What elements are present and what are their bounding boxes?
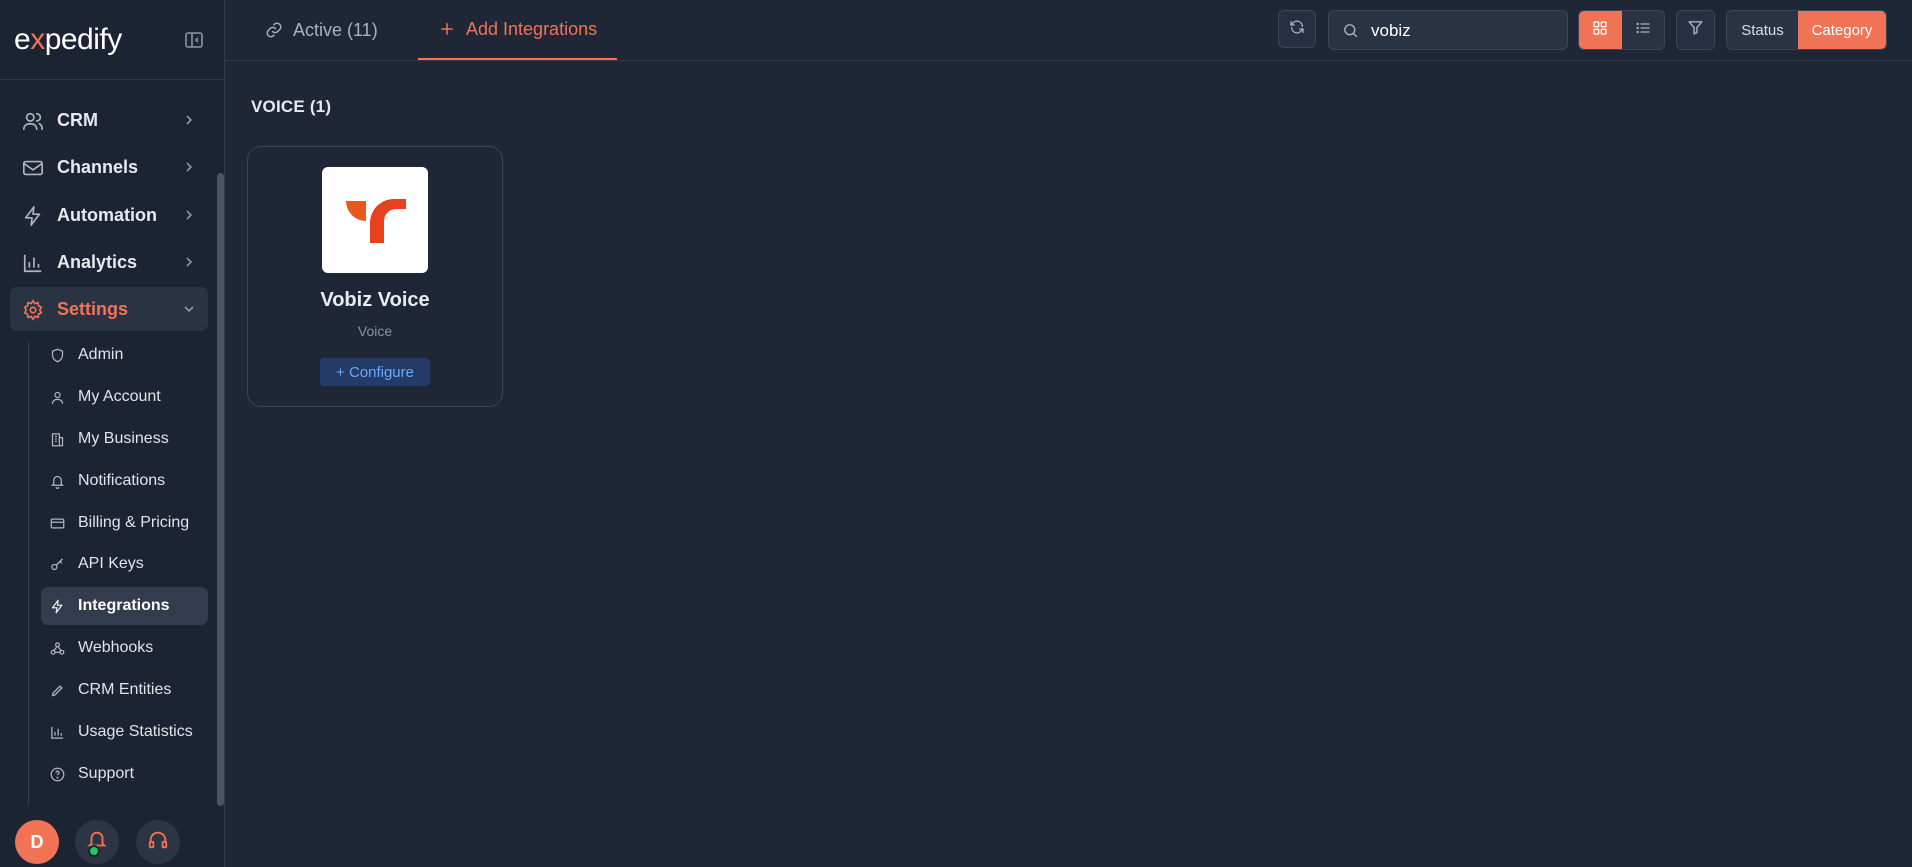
tab-active[interactable]: Active (11) [265, 0, 378, 60]
bolt-icon [22, 205, 44, 227]
sidebar-item-analytics[interactable]: Analytics [10, 240, 208, 284]
user-icon [50, 390, 65, 405]
sidebar-item-automation[interactable]: Automation [10, 193, 208, 237]
group-by-status-button[interactable]: Status [1727, 11, 1798, 49]
bolt-icon [50, 599, 65, 614]
sidebar: expedify CRM Channels Automation Analyti… [0, 0, 225, 867]
list-icon [1635, 20, 1651, 41]
settings-item-webhooks[interactable]: Webhooks [41, 629, 208, 667]
bell-icon [50, 474, 65, 489]
sidebar-nav: CRM Channels Automation Analytics Settin [0, 80, 216, 805]
search-input[interactable] [1369, 19, 1563, 43]
settings-item-api-keys[interactable]: API Keys [41, 545, 208, 583]
avatar-initial: D [30, 831, 44, 852]
settings-item-my-business[interactable]: My Business [41, 420, 208, 458]
group-by-toggle: Status Category [1726, 10, 1887, 50]
link-icon [265, 21, 283, 39]
search-field[interactable] [1328, 10, 1568, 50]
settings-item-label: My Business [78, 430, 169, 447]
grid-view-button[interactable] [1579, 11, 1622, 49]
section-title: VOICE (1) [251, 97, 332, 116]
group-by-category-button[interactable]: Category [1798, 11, 1886, 49]
grid-icon [1592, 20, 1608, 41]
chevron-right-icon [182, 255, 196, 269]
sidebar-item-label: CRM [57, 109, 98, 130]
bar-chart-icon [50, 725, 65, 740]
sidebar-item-label: Channels [57, 156, 139, 177]
settings-item-label: Notifications [78, 472, 166, 489]
avatar[interactable]: D [15, 820, 59, 864]
submenu-guide-line [28, 342, 29, 805]
settings-item-label: Integrations [78, 597, 170, 614]
sidebar-item-crm[interactable]: CRM [10, 98, 208, 142]
plus-icon [438, 20, 456, 38]
settings-item-label: Billing & Pricing [78, 514, 190, 531]
sidebar-item-label: Settings [57, 298, 129, 319]
settings-item-admin[interactable]: Admin [41, 336, 208, 374]
settings-item-notifications[interactable]: Notifications [41, 462, 208, 500]
settings-item-label: Support [78, 765, 135, 782]
chevron-right-icon [182, 160, 196, 174]
webhook-icon [50, 641, 65, 656]
settings-item-my-account[interactable]: My Account [41, 378, 208, 416]
settings-item-label: API Keys [78, 555, 144, 572]
vobiz-logo [322, 167, 428, 273]
settings-item-label: Admin [78, 346, 124, 363]
chevron-right-icon [182, 113, 196, 127]
integration-card[interactable]: Vobiz Voice Voice + Configure [247, 146, 503, 407]
pencil-icon [50, 683, 65, 698]
bar-chart-icon [22, 252, 44, 274]
sidebar-scrollbar[interactable] [217, 173, 224, 806]
app-root: expedify CRM Channels Automation Analyti… [0, 0, 1912, 867]
headset-icon [147, 829, 169, 856]
sidebar-collapse-icon[interactable] [184, 30, 204, 50]
key-icon [50, 557, 65, 572]
settings-item-billing[interactable]: Billing & Pricing [41, 504, 208, 542]
sidebar-item-channels[interactable]: Channels [10, 145, 208, 189]
building-icon [50, 432, 65, 447]
configure-button[interactable]: + Configure [320, 358, 430, 386]
settings-item-label: Usage Statistics [78, 723, 193, 740]
notifications-button[interactable] [75, 820, 119, 864]
gear-icon [22, 299, 44, 321]
list-view-button[interactable] [1621, 11, 1664, 49]
settings-item-support[interactable]: Support [41, 755, 208, 793]
sidebar-item-settings[interactable]: Settings [10, 287, 208, 331]
logo-row: expedify [0, 0, 224, 80]
search-icon [1342, 22, 1359, 39]
brand-logo: expedify [14, 22, 122, 56]
tab-add-label: Add Integrations [466, 18, 598, 39]
chevron-right-icon [182, 208, 196, 222]
support-button[interactable] [136, 820, 180, 864]
settings-item-crm-entities[interactable]: CRM Entities [41, 671, 208, 709]
tab-add-integrations[interactable]: Add Integrations [418, 0, 618, 60]
sidebar-item-label: Automation [57, 204, 157, 225]
filter-button[interactable] [1676, 10, 1715, 50]
settings-item-label: Webhooks [78, 639, 154, 656]
sidebar-item-label: Analytics [57, 251, 138, 272]
view-mode-toggle [1578, 10, 1665, 50]
credit-card-icon [50, 516, 65, 531]
refresh-button[interactable] [1278, 10, 1316, 48]
tab-active-label: Active (11) [293, 19, 378, 40]
help-circle-icon [50, 767, 65, 782]
sidebar-bottom-bar: D [0, 806, 224, 867]
refresh-icon [1289, 19, 1305, 40]
integration-category: Voice [357, 323, 393, 339]
chevron-down-icon [182, 302, 196, 316]
mail-icon [22, 157, 44, 179]
integration-name: Vobiz Voice [320, 289, 430, 311]
settings-item-usage-statistics[interactable]: Usage Statistics [41, 713, 208, 751]
settings-item-label: My Account [78, 388, 161, 405]
filter-icon [1687, 19, 1704, 41]
shield-icon [50, 348, 65, 363]
users-icon [22, 110, 44, 132]
settings-item-label: CRM Entities [78, 681, 172, 698]
online-status-dot [88, 845, 100, 857]
settings-item-integrations[interactable]: Integrations [41, 587, 208, 625]
